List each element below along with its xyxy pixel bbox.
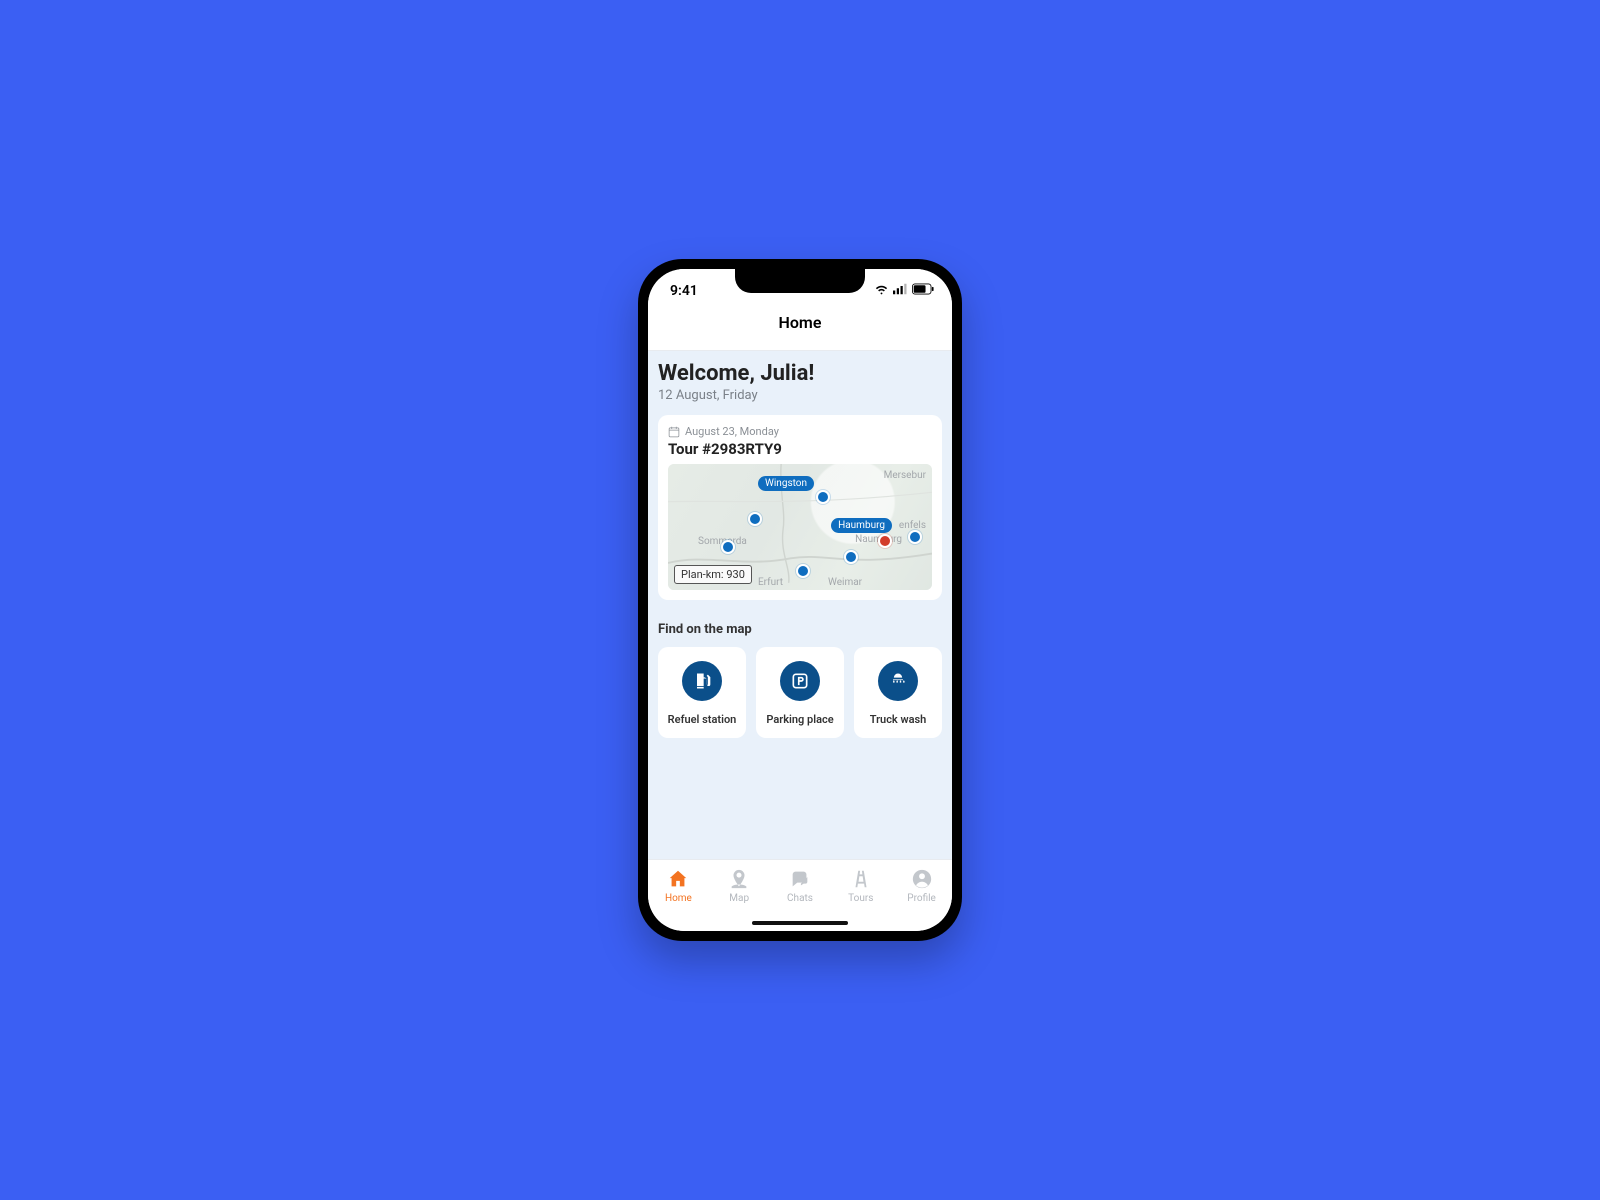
cellular-icon [893,283,908,299]
profile-icon [911,868,933,890]
page-title: Home [779,313,822,332]
welcome-greeting: Welcome, Julia! [658,361,942,386]
phone-screen: 9:41 Home Welcome, Julia! 12 August, Fri… [648,269,952,931]
nav-label: Tours [848,893,873,904]
find-row[interactable]: Refuel station Parking place Truck wash [658,647,942,738]
map-label-enfels: enfels [899,520,926,531]
nav-home[interactable]: Home [648,868,709,904]
home-icon [667,868,689,890]
nav-label: Map [729,893,749,904]
map-marker-destination[interactable] [880,536,890,546]
calendar-icon [668,426,680,438]
tour-date: August 23, Monday [685,425,779,438]
nav-profile[interactable]: Profile [891,868,952,904]
fuel-pump-icon [682,661,722,701]
wifi-icon [874,283,889,299]
nav-label: Chats [787,893,813,904]
map-marker[interactable] [818,492,828,502]
plan-km-badge: Plan-km: 930 [674,565,752,584]
map-pill-wingston[interactable]: Wingston [758,476,814,491]
map-marker[interactable] [723,542,733,552]
map-label-naumburg: Naumburg [855,534,902,545]
find-card-label: Refuel station [668,713,737,726]
nav-label: Home [665,893,692,904]
find-card-refuel[interactable]: Refuel station [658,647,746,738]
page-header: Home [648,313,952,351]
tour-card[interactable]: August 23, Monday Tour #2983RTY9 Mersebu… [658,415,942,600]
map-label-erfurt: Erfurt [758,577,783,588]
nav-map[interactable]: Map [709,868,770,904]
phone-frame: 9:41 Home Welcome, Julia! 12 August, Fri… [638,259,962,941]
find-card-label: Truck wash [870,713,927,726]
find-card-parking[interactable]: Parking place [756,647,844,738]
status-time: 9:41 [670,283,698,299]
chat-icon [789,868,811,890]
nav-chats[interactable]: Chats [770,868,831,904]
nav-label: Profile [907,893,936,904]
road-icon [850,868,872,890]
map-label-weimar: Weimar [828,577,862,588]
map-marker[interactable] [846,552,856,562]
map-marker[interactable] [750,514,760,524]
tour-date-row: August 23, Monday [668,425,932,438]
map-marker[interactable] [910,532,920,542]
nav-tours[interactable]: Tours [830,868,891,904]
welcome-date: 12 August, Friday [658,388,942,403]
tour-title: Tour #2983RTY9 [668,440,932,458]
map-marker[interactable] [798,566,808,576]
map-label-merseburg: Mersebur [884,470,926,481]
tour-map[interactable]: Mersebur Sommerda Naumburg enfels Erfurt… [668,464,932,590]
shower-icon [878,661,918,701]
parking-icon [780,661,820,701]
battery-icon [912,283,934,299]
home-indicator [752,921,848,925]
content-area: Welcome, Julia! 12 August, Friday August… [648,351,952,859]
status-icons [874,283,934,299]
find-card-label: Parking place [766,713,833,726]
notch [735,269,865,293]
find-card-wash[interactable]: Truck wash [854,647,942,738]
map-pill-haumburg[interactable]: Haumburg [831,518,892,533]
find-heading: Find on the map [658,622,942,637]
map-pin-icon [728,868,750,890]
